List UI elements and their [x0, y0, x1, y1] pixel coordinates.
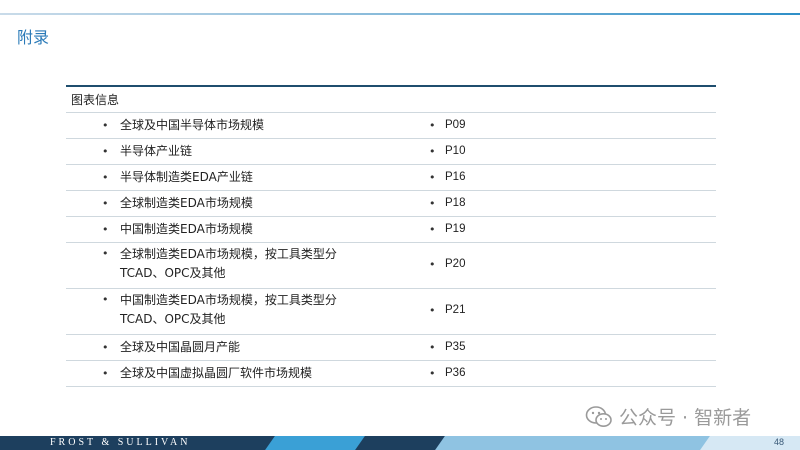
table-row: • 半导体产业链 • P10	[66, 139, 716, 165]
bullet: •	[102, 171, 109, 184]
page-ref: P21	[445, 304, 466, 316]
page-ref: P36	[445, 367, 466, 379]
footer-stripe	[265, 436, 365, 450]
table-row: • 全球及中国半导体市场规模 • P09	[66, 113, 716, 139]
table-row: • 全球及中国晶圆月产能 • P35	[66, 335, 716, 361]
figure-title: 全球制造类EDA市场规模	[120, 196, 253, 210]
table-row: • 中国制造类EDA市场规模，按工具类型分 TCAD、OPC及其他 • P21	[66, 289, 716, 335]
figure-title: 全球及中国晶圆月产能	[120, 340, 241, 354]
table-header: 图表信息	[66, 87, 716, 113]
table-row: • 全球制造类EDA市场规模，按工具类型分 TCAD、OPC及其他 • P20	[66, 243, 716, 289]
bullet: •	[102, 367, 109, 380]
page-number: 48	[773, 437, 784, 447]
figure-title: 全球及中国半导体市场规模	[120, 118, 265, 132]
footer-stripe	[700, 436, 800, 450]
page-ref: P09	[445, 119, 466, 131]
table-row: • 全球制造类EDA市场规模 • P18	[66, 191, 716, 217]
bullet: •	[102, 145, 109, 158]
bullet: •	[429, 258, 436, 271]
figure-title: 半导体制造类EDA产业链	[120, 170, 253, 184]
footer-stripe	[435, 436, 745, 450]
bullet: •	[102, 293, 109, 306]
bullet: •	[429, 119, 436, 132]
table-row: • 中国制造类EDA市场规模 • P19	[66, 217, 716, 243]
wechat-icon	[585, 405, 612, 427]
table-row: • 全球及中国虚拟晶圆厂软件市场规模 • P36	[66, 361, 716, 387]
bullet: •	[102, 341, 109, 354]
page-title: 附录	[17, 28, 50, 47]
bullet: •	[429, 145, 436, 158]
bullet: •	[429, 304, 436, 317]
bullet: •	[102, 247, 109, 260]
bullet: •	[429, 367, 436, 380]
page-ref: P16	[445, 171, 466, 183]
page-ref: P18	[445, 197, 466, 209]
figure-index-table: 图表信息 • 全球及中国半导体市场规模 • P09 • 半导体产业链 • P10…	[66, 85, 716, 387]
top-rule	[0, 13, 800, 15]
bullet: •	[429, 171, 436, 184]
figure-title: 中国制造类EDA市场规模	[120, 222, 253, 236]
page-ref: P19	[445, 223, 466, 235]
page-ref: P10	[445, 145, 466, 157]
bullet: •	[102, 197, 109, 210]
table-row: • 半导体制造类EDA产业链 • P16	[66, 165, 716, 191]
bullet: •	[102, 223, 109, 236]
footer-bar: FROST & SULLIVAN 48	[0, 436, 800, 450]
figure-title: 中国制造类EDA市场规模，按工具类型分 TCAD、OPC及其他	[120, 293, 337, 326]
figure-title: 全球及中国虚拟晶圆厂软件市场规模	[120, 366, 313, 380]
watermark: 公众号 · 智新者	[585, 403, 751, 430]
page-ref: P20	[445, 258, 466, 270]
watermark-text: 公众号 · 智新者	[619, 407, 752, 429]
brand-logo-text: FROST & SULLIVAN	[50, 437, 191, 448]
page-ref: P35	[445, 341, 466, 353]
bullet: •	[102, 119, 109, 132]
bullet: •	[429, 197, 436, 210]
figure-title: 半导体产业链	[120, 144, 193, 158]
bullet: •	[429, 223, 436, 236]
bullet: •	[429, 341, 436, 354]
figure-title: 全球制造类EDA市场规模，按工具类型分 TCAD、OPC及其他	[120, 247, 337, 280]
